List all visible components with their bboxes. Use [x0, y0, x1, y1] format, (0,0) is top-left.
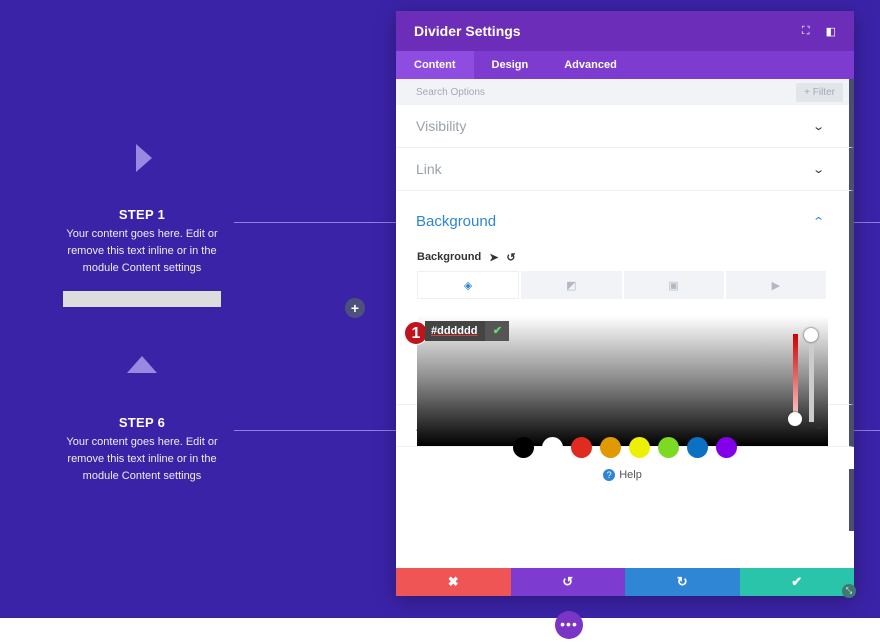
tab-design[interactable]: Design: [474, 51, 547, 79]
save-button[interactable]: ✔: [739, 568, 854, 596]
resize-handle[interactable]: ⤡: [842, 584, 856, 598]
step-text: Your content goes here. Edit or remove t…: [66, 228, 218, 274]
color-swatch[interactable]: [658, 437, 679, 458]
redo-button[interactable]: ↻: [625, 568, 740, 596]
chevron-down-icon: ⌄: [811, 120, 825, 133]
hex-value[interactable]: #dddddd: [425, 325, 485, 337]
help-link[interactable]: ? Help: [396, 469, 854, 531]
bg-gradient-tab[interactable]: ◩: [521, 271, 622, 299]
color-swatch[interactable]: [513, 437, 534, 458]
section-link[interactable]: Link ⌄: [396, 148, 854, 191]
chevron-up-icon: ⌃: [811, 215, 825, 228]
color-swatch[interactable]: [716, 437, 737, 458]
divider-line: [234, 222, 396, 223]
settings-panel: Divider Settings ⛶ ◧ Content Design Advan…: [396, 11, 854, 596]
hue-slider[interactable]: [793, 334, 798, 418]
bg-video-tab[interactable]: ▶: [725, 271, 826, 299]
help-label: Help: [619, 469, 642, 481]
check-icon[interactable]: ✔: [485, 321, 510, 341]
undo-button[interactable]: ↺: [510, 568, 625, 596]
bg-image-tab[interactable]: ▣: [623, 271, 724, 299]
step-6: STEP 6 Your content goes here. Edit or r…: [62, 415, 222, 485]
tab-content[interactable]: Content: [396, 51, 474, 79]
color-swatch[interactable]: [571, 437, 592, 458]
section-background[interactable]: Background ⌃: [396, 191, 854, 247]
swatches: [513, 437, 737, 458]
step-1: STEP 1 Your content goes here. Edit or r…: [62, 207, 222, 277]
reset-icon[interactable]: ↺: [506, 251, 515, 264]
section-label: Background: [416, 212, 497, 230]
divider-line: [854, 222, 880, 223]
chevron-down-icon: ⌄: [811, 420, 825, 432]
sidebar-toggle-icon[interactable]: ◧: [826, 25, 836, 38]
panel-tabs: Content Design Advanced: [396, 51, 854, 79]
step-1-icon: [136, 144, 152, 172]
color-swatch[interactable]: [629, 437, 650, 458]
background-label: Background: [417, 251, 482, 263]
more-options-button[interactable]: •••: [555, 611, 583, 639]
search-input[interactable]: Search Options: [416, 87, 485, 98]
opacity-slider[interactable]: [809, 334, 814, 422]
search-bar: Search Options + Filter: [396, 79, 854, 105]
section-label: Link: [416, 161, 442, 177]
step-title: STEP 6: [118, 415, 166, 430]
divider-preview[interactable]: [63, 291, 221, 307]
section-label: Visibility: [416, 118, 467, 134]
opacity-handle[interactable]: [804, 328, 818, 342]
hue-handle[interactable]: [788, 412, 802, 426]
color-picker[interactable]: 1 #dddddd ✔: [404, 316, 828, 458]
hex-input[interactable]: #dddddd ✔: [425, 321, 510, 341]
fullscreen-icon[interactable]: ⛶: [802, 25, 810, 38]
section-visibility[interactable]: Visibility ⌄: [396, 105, 854, 148]
page-bottom: [0, 618, 880, 644]
pointer-icon: ➤: [489, 251, 499, 264]
step-title: STEP 1: [118, 207, 166, 222]
bg-color-tab[interactable]: ◈: [417, 271, 520, 299]
background-options: Background ➤ ↺ ◈ ◩ ▣ ▶ 1 #dddddd ✔: [396, 247, 854, 458]
help-icon: ?: [603, 469, 616, 481]
color-swatch[interactable]: [542, 437, 563, 458]
step-text: Your content goes here. Edit or remove t…: [66, 436, 218, 482]
step-6-icon: [127, 356, 157, 373]
tab-advanced[interactable]: Advanced: [546, 51, 635, 79]
add-module-button[interactable]: +: [345, 298, 365, 318]
panel-header: Divider Settings ⛶ ◧: [396, 11, 854, 51]
color-swatch[interactable]: [687, 437, 708, 458]
divider-line: [854, 430, 880, 431]
filter-button[interactable]: + Filter: [796, 82, 843, 102]
cancel-button[interactable]: ✖: [396, 568, 511, 596]
panel-title: Divider Settings: [414, 23, 521, 39]
panel-footer: ✖ ↺ ↻ ✔: [396, 568, 854, 596]
chevron-down-icon: ⌄: [811, 163, 825, 176]
color-swatch[interactable]: [600, 437, 621, 458]
divider-line: [234, 430, 396, 431]
